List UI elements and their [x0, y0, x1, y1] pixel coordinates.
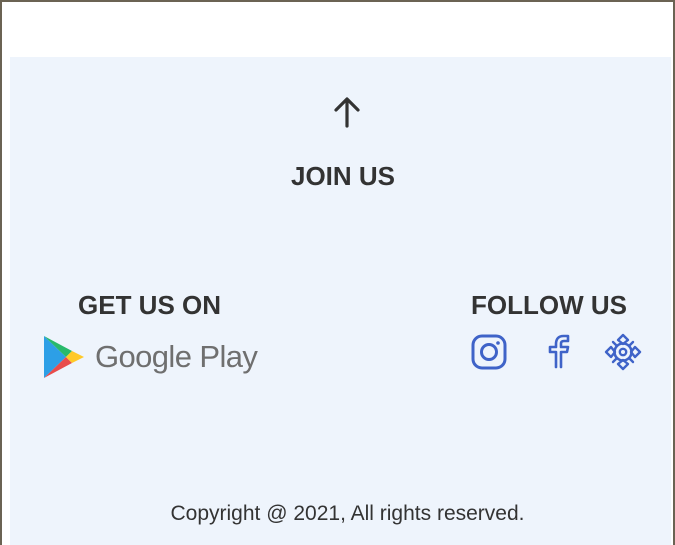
copyright-text: Copyright @ 2021, All rights reserved. — [170, 502, 525, 525]
arrow-up-icon[interactable] — [332, 96, 362, 128]
join-us-link[interactable]: JOIN US — [280, 160, 406, 192]
left-gutter — [2, 2, 10, 545]
top-blank-area — [10, 2, 671, 57]
google-play-icon — [44, 336, 84, 378]
follow-us-heading: FOLLOW US — [471, 290, 627, 320]
facebook-icon[interactable] — [538, 332, 578, 372]
google-play-link[interactable]: Google Play — [42, 333, 272, 381]
google-play-label: Google Play — [95, 339, 258, 374]
support-icon[interactable] — [603, 332, 643, 372]
get-us-on-heading: GET US ON — [78, 290, 222, 320]
instagram-icon[interactable] — [469, 332, 509, 372]
